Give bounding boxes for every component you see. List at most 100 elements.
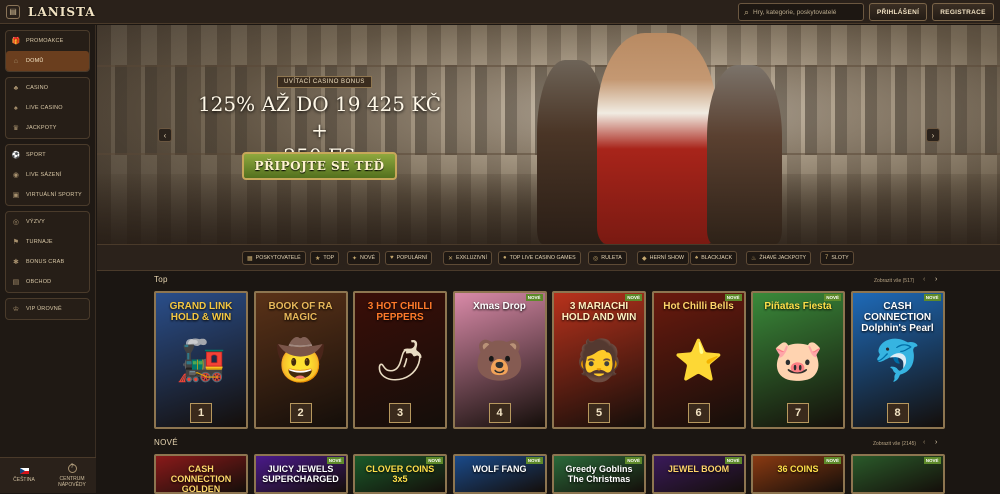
hero-title-line1: 125% AŽ DO 19 425 KČ + bbox=[197, 92, 442, 142]
game-card[interactable]: WOLF FANG NOVÉ bbox=[452, 454, 547, 494]
game-card[interactable]: BOOK OF RA MAGIC 🤠 2 bbox=[253, 291, 348, 429]
category-tab-label: POPULÁRNÍ bbox=[396, 255, 428, 261]
sidebar-item[interactable]: ⚽ SPORT bbox=[6, 145, 89, 165]
show-all-new-link[interactable]: Zobrazit vše (2145) bbox=[873, 441, 916, 447]
category-tab[interactable]: ✕ EXKLUZIVNÍ bbox=[443, 251, 492, 265]
game-card[interactable]: Xmas Drop 🐻 4 NOVÉ bbox=[452, 291, 547, 429]
search-input[interactable] bbox=[753, 8, 859, 16]
chevron-left-icon[interactable]: ‹ bbox=[923, 439, 925, 446]
category-tab[interactable]: ★ TOP bbox=[310, 251, 340, 265]
category-tab-label: NOVÉ bbox=[360, 255, 376, 261]
category-tab[interactable]: 7 SLOTY bbox=[820, 251, 854, 265]
game-title: 3 HOT CHILLI PEPPERS bbox=[367, 301, 433, 323]
sidebar-item[interactable]: 🎁 PROMOAKCE bbox=[6, 31, 89, 51]
category-tab[interactable]: ♥ POPULÁRNÍ bbox=[385, 251, 433, 265]
sidebar-group: ⚽ SPORT ◉ LIVE SÁZENÍ ▣ VIRTUÁLNÍ SPORTY bbox=[5, 144, 90, 206]
game-card[interactable]: CLOVER COINS 3x5 NOVÉ bbox=[353, 454, 447, 494]
chevron-right-icon[interactable]: › bbox=[935, 439, 937, 446]
hot-jackpot-icon: ♨ bbox=[751, 255, 757, 262]
game-card[interactable]: GRAND LINK HOLD & WIN 🚂 1 bbox=[154, 291, 248, 429]
chevron-right-icon[interactable]: › bbox=[935, 276, 937, 283]
exclusive-icon: ✕ bbox=[448, 255, 454, 262]
game-card[interactable]: 3 HOT CHILLI PEPPERS 🌶 3 bbox=[353, 291, 447, 429]
target-icon: ◎ bbox=[12, 219, 20, 226]
sidebar-item[interactable]: ♛ JACKPOTY bbox=[6, 118, 89, 138]
game-card[interactable]: CASH CONNECTION GOLDEN bbox=[154, 454, 248, 494]
chevron-left-icon[interactable]: ‹ bbox=[158, 128, 172, 142]
category-tab[interactable]: ● TOP LIVE CASINO GAMES bbox=[498, 251, 581, 265]
game-card[interactable]: Piñatas Fiesta 🐷 7 NOVÉ bbox=[751, 291, 845, 429]
sidebar-item[interactable]: ♠ LIVE CASINO bbox=[6, 98, 89, 118]
section-title-new: NOVÉ bbox=[154, 438, 178, 447]
game-card[interactable]: JEWEL BOOM NOVÉ bbox=[651, 454, 746, 494]
sidebar-item-label: LIVE SÁZENÍ bbox=[26, 172, 62, 178]
rank-badge: 1 bbox=[190, 403, 212, 423]
join-now-button[interactable]: PŘIPOJTE SE TEĎ bbox=[242, 152, 397, 180]
category-tab-label: RULETA bbox=[601, 255, 622, 261]
language-selector[interactable]: ČEŠTINA bbox=[0, 458, 48, 493]
game-card[interactable]: 36 COINS NOVÉ bbox=[751, 454, 845, 494]
dealer-icon: ♠ bbox=[14, 104, 18, 112]
sidebar-group: ◎ VÝZVY ⚑ TURNAJE ✱ BONUS CRAB ▤ OBCHOD bbox=[5, 211, 90, 293]
ball-icon: ⚽ bbox=[11, 152, 21, 159]
sidebar-item[interactable]: ⚑ TURNAJE bbox=[6, 232, 89, 252]
game-card[interactable]: CASH CONNECTION Dolphin's Pearl 🐬 8 NOVÉ bbox=[850, 291, 945, 429]
category-tab[interactable]: ✦ NOVÉ bbox=[347, 251, 381, 265]
new-icon: ✦ bbox=[352, 255, 358, 262]
sidebar-item[interactable]: ♣ CASINO bbox=[6, 78, 89, 98]
help-center-link[interactable]: ? CENTRUM NÁPOVĚDY bbox=[48, 458, 96, 493]
game-card[interactable]: NOVÉ bbox=[850, 454, 945, 494]
category-tab[interactable]: ▦ POSKYTOVATELÉ bbox=[242, 251, 306, 265]
new-badge: NOVÉ bbox=[724, 294, 742, 301]
cherry-icon: ♣ bbox=[13, 84, 19, 92]
shop-icon: ▤ bbox=[12, 279, 20, 286]
game-title: JEWEL BOOM bbox=[667, 464, 730, 474]
category-tab-label: TOP LIVE CASINO GAMES bbox=[509, 255, 576, 261]
help-label: CENTRUM NÁPOVĚDY bbox=[58, 475, 86, 488]
sidebar-item[interactable]: ▤ OBCHOD bbox=[6, 272, 89, 292]
sidebar-item[interactable]: ◉ LIVE SÁZENÍ bbox=[6, 165, 89, 185]
sidebar-item-label: BONUS CRAB bbox=[26, 259, 65, 265]
menu-icon[interactable]: ▤ bbox=[6, 4, 20, 19]
game-card[interactable]: Hot Chilli Bells ⭐ 6 NOVÉ bbox=[651, 291, 746, 429]
game-card[interactable]: JUICY JEWELS SUPERCHARGED NOVÉ bbox=[253, 454, 348, 494]
sidebar-item[interactable]: ✱ BONUS CRAB bbox=[6, 252, 89, 272]
category-tab-label: EXKLUZIVNÍ bbox=[456, 255, 487, 261]
hero-banner[interactable]: UVÍTACÍ CASINO BONUS 125% AŽ DO 19 425 K… bbox=[97, 25, 1000, 244]
login-button[interactable]: PŘIHLÁŠENÍ bbox=[869, 3, 927, 21]
category-bar: ▦ POSKYTOVATELÉ ★ TOP ✦ NOVÉ ♥ POPULÁRNÍ ✕ EXKLUZ… bbox=[97, 244, 1000, 271]
new-badge: NOVÉ bbox=[824, 457, 841, 464]
sidebar-item[interactable]: ⌂ DOMŮ bbox=[6, 51, 89, 71]
game-title: BOOK OF RA MAGIC bbox=[268, 301, 333, 323]
blackjack-icon: ♠ bbox=[695, 255, 699, 261]
sidebar-item[interactable]: ▣ VIRTUÁLNÍ SPORTY bbox=[6, 185, 89, 205]
new-badge: NOVÉ bbox=[525, 294, 543, 301]
chevron-right-icon[interactable]: › bbox=[926, 128, 940, 142]
game-card[interactable]: Greedy Goblins The Christmas NOVÉ bbox=[552, 454, 646, 494]
sidebar-item[interactable]: ♔ VIP ÚROVNĚ bbox=[6, 299, 89, 319]
game-art-icon: 🐬 bbox=[872, 339, 923, 383]
logo[interactable]: LANISTA bbox=[28, 5, 96, 19]
rank-badge: 8 bbox=[886, 403, 909, 423]
category-tab-label: POSKYTOVATELÉ bbox=[255, 255, 301, 261]
category-tab[interactable]: ◎ RULETA bbox=[588, 251, 627, 265]
roulette-icon: ◎ bbox=[593, 255, 599, 262]
new-badge: NOVÉ bbox=[923, 457, 941, 464]
register-button[interactable]: REGISTRACE bbox=[932, 3, 994, 21]
chevron-left-icon[interactable]: ‹ bbox=[923, 276, 925, 283]
sidebar: 🎁 PROMOAKCE ⌂ DOMŮ ♣ CASINO ♠ LIVE CASINO ♛ JACKP… bbox=[0, 25, 96, 493]
sidebar-item[interactable]: ◎ VÝZVY bbox=[6, 212, 89, 232]
category-tab[interactable]: ◆ HERNÍ SHOW bbox=[637, 251, 690, 265]
category-tab[interactable]: ♨ ŽHAVÉ JACKPOTY bbox=[746, 251, 812, 265]
rank-badge: 7 bbox=[787, 403, 809, 423]
show-all-top-link[interactable]: Zobrazit vše (517) bbox=[874, 278, 914, 284]
search-box[interactable]: ⌕ bbox=[738, 3, 864, 21]
gift-icon: 🎁 bbox=[11, 38, 21, 45]
category-tab[interactable]: ♠ BLACKJACK bbox=[690, 251, 738, 265]
new-badge: NOVÉ bbox=[923, 294, 941, 301]
new-badge: NOVÉ bbox=[525, 457, 543, 464]
game-art-icon: 🤠 bbox=[275, 339, 326, 383]
sidebar-item-label: OBCHOD bbox=[26, 279, 52, 285]
game-title: Hot Chilli Bells bbox=[663, 301, 734, 312]
game-card[interactable]: 3 MARIACHI HOLD AND WIN 🧔 5 NOVÉ bbox=[552, 291, 646, 429]
